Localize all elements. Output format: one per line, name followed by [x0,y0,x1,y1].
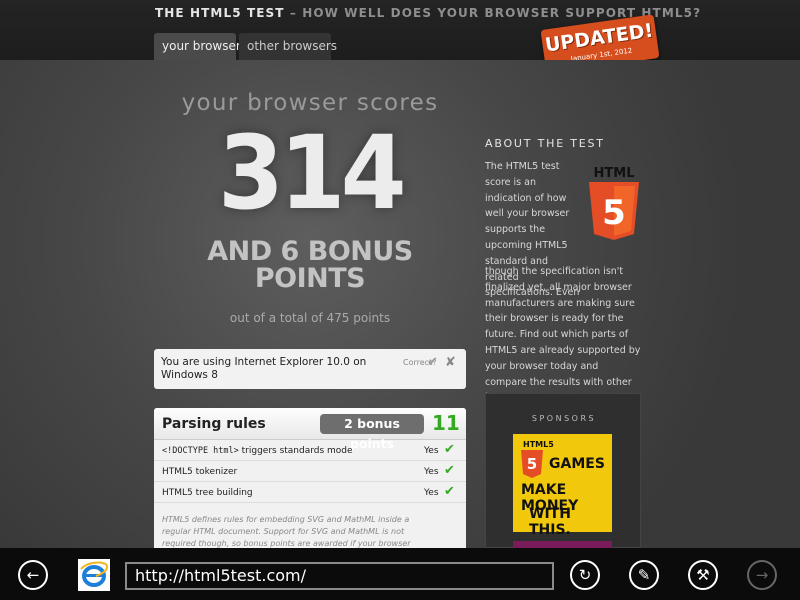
score-value: 314 [217,114,407,233]
browser-info-box: You are using Internet Explorer 10.0 on … [154,349,466,389]
about-text-body: though the specification isn't finalized… [485,266,641,403]
html5-logo-icon: HTML 5 [589,166,639,240]
pin-icon: ✎ [637,566,651,584]
forward-button[interactable]: → [747,560,777,590]
bonus-points-text: AND 6 BONUS POINTS [207,236,413,294]
sponsors-box: SPONSORS HTML5 5 GAMES MAKE MONEY WITH T… [485,393,641,549]
row-result: Yes [424,446,439,456]
pin-button[interactable]: ✎ [629,560,659,590]
site-header: THE HTML5 TEST – HOW WELL DOES YOUR BROW… [0,0,800,60]
tab-other-browsers[interactable]: other browsers [239,33,337,60]
row-code: <!DOCTYPE html> [162,446,239,456]
reject-cross-icon[interactable]: ✘ [445,355,456,370]
parsing-rules-note: HTML5 defines rules for embedding SVG an… [162,515,411,548]
row-label: HTML5 tokenizer [162,467,238,477]
refresh-button[interactable]: ↻ [570,560,600,590]
ad-brand: HTML5 [523,440,554,449]
site-title-main: THE HTML5 TEST [155,6,285,20]
site-title[interactable]: THE HTML5 TEST – HOW WELL DOES YOUR BROW… [155,6,701,20]
row-label: HTML5 tree building [162,488,253,498]
row-result: Yes [424,467,439,477]
ie-logo-icon [80,561,109,587]
row-result: Yes [424,488,439,498]
ad-line-3: WITH THIS. [529,506,571,538]
sponsor-ad-games[interactable]: HTML5 5 GAMES MAKE MONEY WITH THIS. [513,434,612,538]
check-icon: ✔ [444,442,455,457]
about-title: ABOUT THE TEST [485,137,605,150]
ie-site-tile[interactable] [78,559,110,591]
main-content: your browser scores 314 AND 6 BONUS POIN… [0,60,800,549]
table-row: HTML5 tree building Yes ✔ [154,483,466,503]
ad-html5-shield-icon: 5 [521,450,543,478]
forward-arrow-icon: → [755,566,769,584]
table-row: <!DOCTYPE html> triggers standards mode … [154,441,466,461]
total-points-text: out of a total of 475 points [229,311,391,325]
address-bar-input[interactable]: http://html5test.com/ [125,562,554,590]
parsing-rules-header[interactable]: Parsing rules 2 bonus points 11 [154,408,466,451]
html5-logo-text: HTML [594,166,635,181]
row-label: <!DOCTYPE html> triggers standards mode [162,441,353,461]
confirm-check-icon[interactable]: ✔ [427,355,438,370]
parsing-rules-card: Parsing rules 2 bonus points 11 <!DOCTYP… [154,408,466,548]
table-row: HTML5 tokenizer Yes ✔ [154,462,466,482]
row-label-text: triggers standards mode [238,446,353,456]
back-button[interactable]: ← [18,560,48,590]
ad-line-1: GAMES [549,456,605,472]
refresh-icon: ↻ [578,566,592,584]
wrench-icon: ⚒ [696,566,710,584]
check-icon: ✔ [444,463,455,478]
tab-your-browser[interactable]: your browser [154,33,241,60]
browser-info-text: You are using Internet Explorer 10.0 on … [161,356,367,381]
check-icon: ✔ [444,484,455,499]
sponsors-title: SPONSORS [531,414,597,423]
back-arrow-icon: ← [26,566,40,584]
parsing-rules-title: Parsing rules [162,416,266,432]
tools-button[interactable]: ⚒ [688,560,718,590]
html5-logo-digit: 5 [602,193,626,233]
bonus-points-pill: 2 bonus points [320,414,424,451]
parsing-rules-score: 11 [432,411,460,435]
svg-text:5: 5 [527,455,537,473]
browser-app-bar: ← http://html5test.com/ ↻ ✎ ⚒ → [0,548,800,600]
